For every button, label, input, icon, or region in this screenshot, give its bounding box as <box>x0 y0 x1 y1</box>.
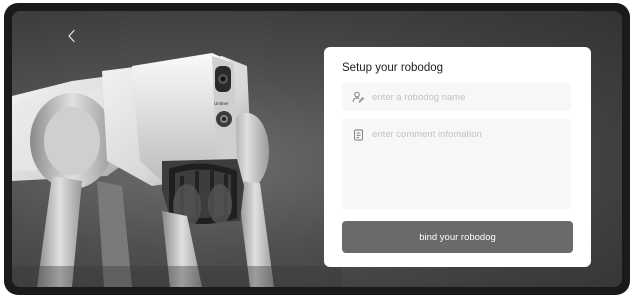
comment-input[interactable] <box>372 128 562 202</box>
user-edit-icon <box>351 90 365 104</box>
bind-robodog-button[interactable]: bind your robodog <box>342 221 573 253</box>
setup-card: Setup your robodog enter a robodog name … <box>324 47 591 267</box>
robodog-image: Unitree <box>12 53 342 287</box>
chevron-left-icon <box>68 29 75 43</box>
tablet-frame: Unitree Setup your robodog enter a robod… <box>4 3 630 295</box>
robot-brand-label: Unitree <box>214 101 229 106</box>
back-button[interactable] <box>62 25 82 47</box>
comment-field[interactable] <box>342 119 571 209</box>
card-title: Setup your robodog <box>342 62 444 74</box>
note-icon <box>351 128 365 142</box>
app-screen: Unitree Setup your robodog enter a robod… <box>12 11 622 287</box>
robodog-name-field[interactable] <box>342 83 571 111</box>
robodog-name-input[interactable] <box>372 91 562 103</box>
